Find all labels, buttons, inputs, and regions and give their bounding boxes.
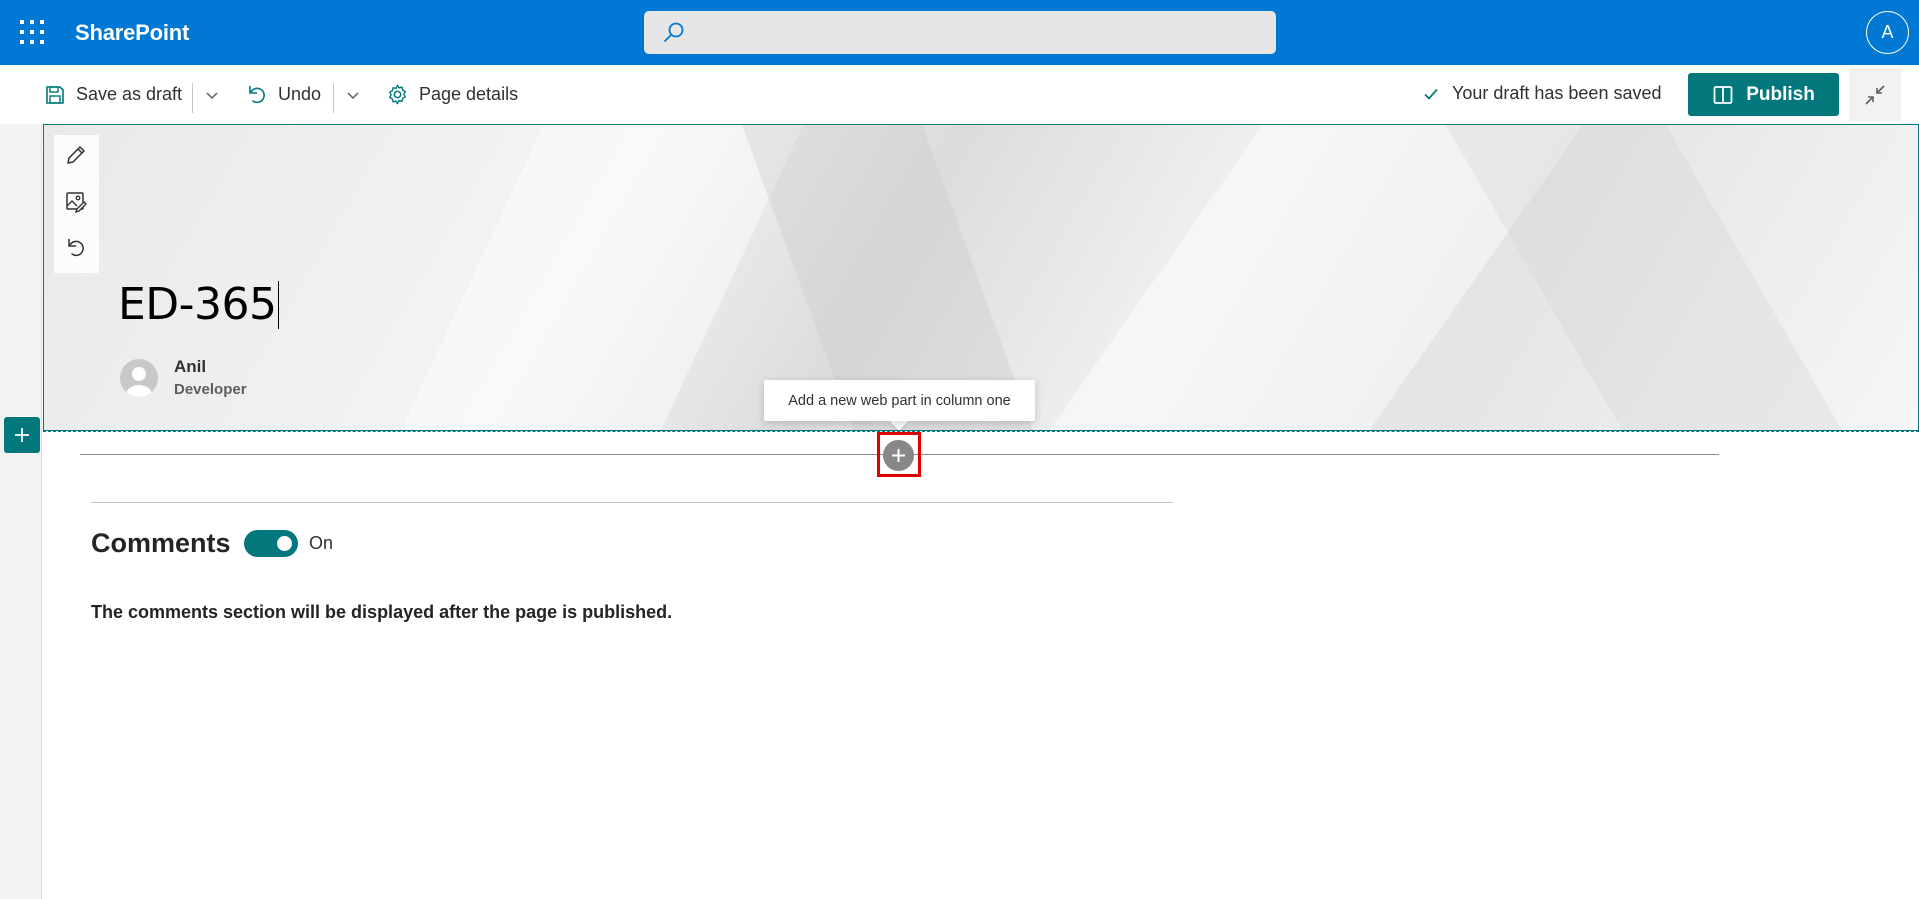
add-webpart-button[interactable]: [883, 440, 914, 471]
collapse-button[interactable]: [1849, 69, 1901, 121]
add-webpart-tooltip: Add a new web part in column one: [764, 380, 1035, 421]
comments-toggle-label: On: [309, 533, 334, 553]
background-shape: [366, 125, 822, 430]
suite-bar: SharePoint A: [0, 0, 1919, 65]
comments-toggle[interactable]: [244, 530, 298, 557]
comments-heading: Comments: [91, 528, 231, 558]
search-icon: [664, 22, 684, 42]
collapse-icon: [1865, 85, 1885, 105]
title-area-toolbar: [54, 135, 99, 273]
pencil-icon: [67, 146, 85, 164]
text-cursor: [277, 281, 279, 329]
comments-divider: [91, 502, 1173, 503]
author-role: Developer: [174, 381, 247, 398]
undo-icon: [249, 85, 265, 103]
save-as-draft-button[interactable]: Save as draft: [44, 65, 182, 124]
save-icon: [46, 85, 64, 104]
reset-title-area-button[interactable]: [62, 234, 90, 262]
comments-note: The comments section will be displayed a…: [91, 602, 673, 622]
section-boundary: [43, 431, 1919, 432]
publish-button[interactable]: Publish: [1688, 73, 1839, 116]
plus-icon: [15, 428, 29, 442]
add-section-button[interactable]: [4, 417, 40, 453]
author-avatar: [120, 359, 158, 397]
background-shape: [1422, 125, 1886, 430]
command-bar: Save as draft Undo Page details Your dra…: [0, 65, 1919, 124]
author-name[interactable]: Anil: [174, 357, 206, 377]
separator: [192, 83, 193, 113]
page-details-button[interactable]: Page details: [386, 65, 518, 124]
undo-icon: [68, 239, 84, 257]
undo-button[interactable]: Undo: [246, 65, 321, 124]
edit-title-area-button[interactable]: [62, 141, 90, 169]
publish-icon: [1713, 85, 1733, 104]
gear-icon: [389, 84, 406, 105]
page-title[interactable]: ED-365: [118, 279, 279, 330]
left-gutter: [0, 124, 42, 899]
page-details-label: Page details: [419, 84, 519, 104]
separator: [333, 83, 334, 113]
save-status: Your draft has been saved: [1422, 83, 1662, 104]
brand-link[interactable]: SharePoint: [75, 20, 189, 46]
page-title-text: ED-365: [118, 279, 277, 330]
save-as-draft-label: Save as draft: [76, 84, 183, 104]
publish-label: Publish: [1746, 83, 1815, 105]
plus-icon: [892, 449, 905, 462]
undo-options-chevron-icon[interactable]: [341, 83, 365, 107]
image-edit-icon: [66, 192, 87, 214]
app-launcher-icon[interactable]: [14, 14, 50, 50]
search-box[interactable]: [644, 11, 1276, 54]
account-avatar[interactable]: A: [1866, 11, 1909, 54]
toggle-knob: [277, 536, 292, 551]
undo-label: Undo: [278, 84, 322, 104]
save-status-text: Your draft has been saved: [1452, 83, 1662, 103]
save-options-chevron-icon[interactable]: [200, 83, 224, 107]
change-image-button[interactable]: [62, 188, 90, 216]
checkmark-icon: [1424, 88, 1438, 100]
